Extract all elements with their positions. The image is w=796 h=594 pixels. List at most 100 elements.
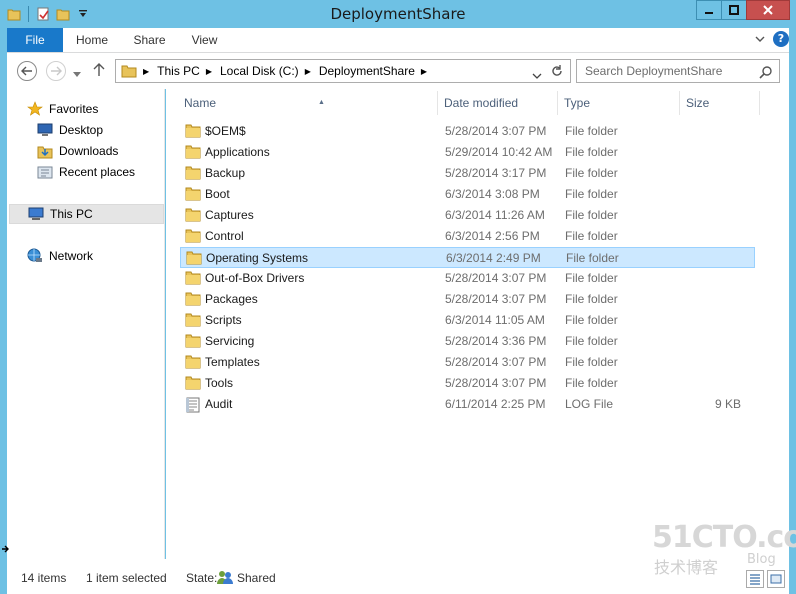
file-type: File folder [565, 208, 618, 222]
desktop-icon [37, 123, 53, 136]
file-type: File folder [565, 229, 618, 243]
star-icon [27, 101, 43, 116]
caption-buttons [696, 0, 790, 20]
file-name: Servicing [205, 334, 255, 348]
close-button[interactable] [746, 0, 790, 20]
breadcrumb-local-disk[interactable]: Local Disk (C:) [220, 64, 299, 78]
table-row[interactable]: $OEM$ 5/28/2014 3:07 PM File folder [180, 121, 755, 142]
table-row[interactable]: Control 6/3/2014 2:56 PM File folder [180, 226, 755, 247]
table-row[interactable]: Boot 6/3/2014 3:08 PM File folder [180, 184, 755, 205]
nav-network[interactable]: Network [27, 246, 93, 266]
nav-this-pc[interactable]: This PC [9, 204, 164, 224]
nav-recent-places[interactable]: Recent places [37, 162, 135, 182]
file-type: File folder [565, 376, 618, 390]
breadcrumb-separator-icon[interactable]: ▶ [206, 67, 212, 76]
table-row[interactable]: Servicing 5/28/2014 3:36 PM File folder [180, 331, 755, 352]
state-label: State: [186, 571, 218, 585]
shared-users-icon [217, 569, 233, 588]
address-bar[interactable]: ▶ This PC ▶ Local Disk (C:) ▶ Deployment… [115, 59, 571, 83]
refresh-icon[interactable] [550, 64, 564, 81]
table-row[interactable]: Applications 5/29/2014 10:42 AM File folde… [180, 142, 755, 163]
nav-network-label: Network [49, 249, 94, 263]
file-name: Templates [205, 355, 260, 369]
file-name: Boot [205, 187, 230, 201]
table-row[interactable]: Packages 5/28/2014 3:07 PM File folder [180, 289, 755, 310]
table-row[interactable]: Out-of-Box Drivers 5/28/2014 3:07 PM File … [180, 268, 755, 289]
window-title: DeploymentShare [330, 5, 466, 23]
up-arrow-icon[interactable] [93, 63, 105, 80]
table-row[interactable]: Audit 6/11/2014 2:25 PM LOG File 9 KB [180, 394, 755, 415]
file-name: Out-of-Box Drivers [205, 271, 305, 285]
file-date-modified: 5/28/2014 3:17 PM [445, 166, 547, 180]
column-header-name[interactable]: Name ▲ [178, 91, 438, 115]
sort-ascending-icon: ▲ [318, 99, 325, 106]
table-row[interactable]: Tools 5/28/2014 3:07 PM File folder [180, 373, 755, 394]
close-icon [763, 5, 773, 15]
file-date-modified: 6/11/2014 2:25 PM [445, 397, 546, 411]
navigation-pane: Favorites Desktop Downloads Recent place… [7, 89, 165, 559]
breadcrumb-deploymentshare[interactable]: DeploymentShare [319, 64, 415, 78]
file-type: File folder [565, 124, 618, 138]
table-row[interactable]: Scripts 6/3/2014 11:05 AM File folder [180, 310, 755, 331]
tab-view[interactable]: View [182, 28, 227, 52]
computer-icon [28, 207, 44, 220]
column-header-type[interactable]: Type [558, 91, 680, 115]
folder-icon [185, 271, 201, 288]
file-date-modified: 6/3/2014 11:05 AM [445, 313, 545, 327]
file-date-modified: 5/28/2014 3:07 PM [445, 271, 547, 285]
file-type: File folder [565, 313, 618, 327]
file-date-modified: 5/28/2014 3:07 PM [445, 124, 547, 138]
breadcrumb-separator-icon[interactable]: ▶ [143, 67, 149, 76]
file-type: File folder [565, 334, 618, 348]
table-row[interactable]: Captures 6/3/2014 11:26 AM File folder [180, 205, 755, 226]
nav-downloads-label: Downloads [59, 144, 119, 158]
file-type: File folder [566, 251, 619, 265]
nav-recent-places-label: Recent places [59, 165, 136, 179]
folder-icon [121, 63, 137, 79]
maximize-button[interactable] [721, 0, 747, 20]
file-date-modified: 5/29/2014 10:42 AM [445, 145, 553, 159]
column-header-date[interactable]: Date modified [438, 91, 558, 115]
folder-icon [185, 124, 201, 141]
search-icon[interactable] [759, 64, 773, 86]
file-name: Operating Systems [206, 251, 309, 265]
breadcrumb-this-pc[interactable]: This PC [157, 64, 200, 78]
breadcrumb-separator-icon[interactable]: ▶ [421, 67, 427, 76]
nav-favorites-label: Favorites [49, 102, 99, 116]
recent-locations-chevron-icon[interactable] [73, 67, 81, 81]
network-icon [27, 248, 42, 262]
search-input[interactable]: Search DeploymentShare [576, 59, 780, 83]
expand-ribbon-chevron-icon[interactable] [755, 32, 765, 46]
tab-share[interactable]: Share [127, 28, 172, 52]
tab-home[interactable]: Home [67, 28, 117, 52]
tab-file[interactable]: File [7, 28, 63, 52]
column-header-size[interactable]: Size [680, 91, 760, 115]
log-file-icon [185, 397, 201, 416]
nav-desktop-label: Desktop [59, 123, 104, 137]
folder-icon [185, 313, 201, 330]
table-row[interactable]: Templates 5/28/2014 3:07 PM File folder [180, 352, 755, 373]
nav-downloads[interactable]: Downloads [37, 141, 118, 161]
minimize-button[interactable] [696, 0, 722, 20]
file-size: 9 KB [714, 397, 741, 411]
file-name: Applications [205, 145, 270, 159]
file-name: Scripts [205, 313, 242, 327]
address-history-chevron-icon[interactable] [532, 68, 542, 82]
file-date-modified: 5/28/2014 3:07 PM [445, 292, 547, 306]
folder-icon [186, 251, 202, 268]
nav-favorites[interactable]: Favorites [27, 99, 98, 119]
state-value: Shared [237, 571, 276, 585]
folder-icon [185, 145, 201, 162]
table-row[interactable]: Backup 5/28/2014 3:17 PM File folder [180, 163, 755, 184]
table-row[interactable]: Operating Systems 6/3/2014 2:49 PM File fo… [180, 247, 755, 268]
folder-icon [185, 208, 201, 225]
back-button[interactable] [17, 61, 37, 81]
help-icon[interactable]: ? [773, 31, 789, 47]
file-type: File folder [565, 187, 618, 201]
breadcrumb-separator-icon[interactable]: ▶ [305, 67, 311, 76]
item-count: 14 items [21, 571, 67, 585]
downloads-icon [37, 146, 53, 159]
forward-button[interactable] [46, 61, 66, 81]
file-date-modified: 5/28/2014 3:07 PM [445, 355, 547, 369]
nav-desktop[interactable]: Desktop [37, 120, 103, 140]
